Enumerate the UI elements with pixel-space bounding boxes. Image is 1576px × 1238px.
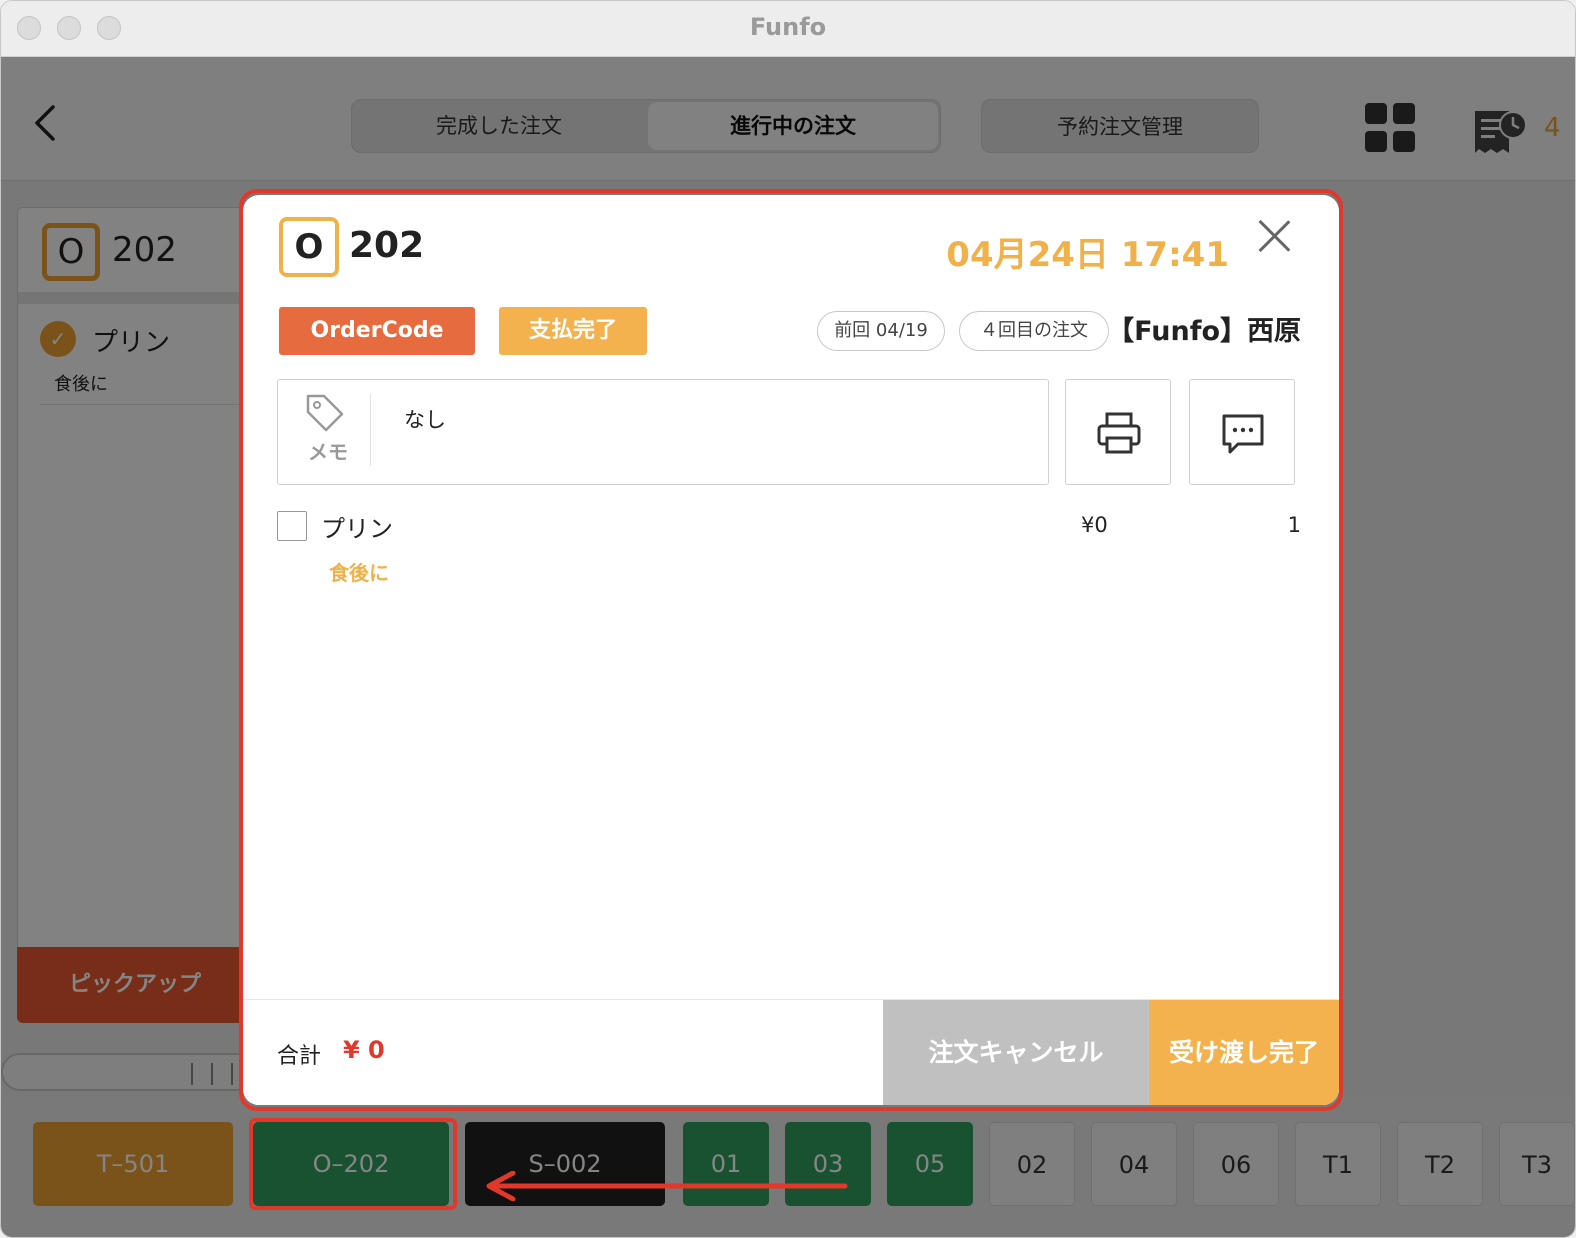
table-highlight-outline: [249, 1118, 457, 1210]
chat-icon: [1222, 414, 1264, 454]
payment-status-tag: 支払完了: [499, 307, 647, 355]
item-price: ¥0: [1081, 513, 1108, 537]
item-name: プリン: [321, 515, 393, 543]
item-quantity: 1: [1287, 513, 1301, 537]
order-datetime: 04月24日 17:41: [946, 235, 1229, 275]
cancel-order-button[interactable]: 注文キャンセル: [883, 1000, 1149, 1105]
visit-count-badge: ４回目の注文: [959, 311, 1109, 351]
app-window: Funfo 完成した注文 進行中の注文 予約注文管理 4 O 202 ✓ プリン…: [0, 0, 1576, 1238]
arrow-left-icon: [479, 1170, 851, 1202]
item-checkbox[interactable]: [277, 511, 307, 541]
order-code-tag: OrderCode: [279, 307, 475, 355]
printer-icon: [1097, 412, 1141, 454]
title-bar: Funfo: [1, 1, 1575, 57]
memo-label: メモ: [308, 440, 348, 464]
divider: [370, 394, 371, 466]
order-number: 202: [349, 225, 425, 266]
item-note: 食後に: [329, 561, 389, 585]
message-button[interactable]: [1189, 379, 1295, 485]
window-title: Funfo: [749, 13, 827, 41]
tag-icon: [302, 390, 348, 436]
print-button[interactable]: [1065, 379, 1171, 485]
memo-field[interactable]: メモ なし: [277, 379, 1049, 485]
last-visit-badge: 前回 04/19: [817, 311, 945, 351]
modal-footer: 合計 ¥ 0 注文キャンセル 受け渡し完了: [243, 999, 1339, 1105]
order-detail-modal: O 202 04月24日 17:41 OrderCode 支払完了 前回 04/…: [243, 195, 1339, 1105]
close-icon[interactable]: [1257, 219, 1291, 253]
memo-text: なし: [404, 408, 446, 432]
shop-name: 【Funfo】西原: [1107, 316, 1301, 347]
total-value: ¥ 0: [343, 1036, 385, 1064]
order-type-badge: O: [279, 217, 339, 277]
total-label: 合計: [277, 1044, 322, 1069]
complete-handover-button[interactable]: 受け渡し完了: [1149, 1000, 1339, 1105]
